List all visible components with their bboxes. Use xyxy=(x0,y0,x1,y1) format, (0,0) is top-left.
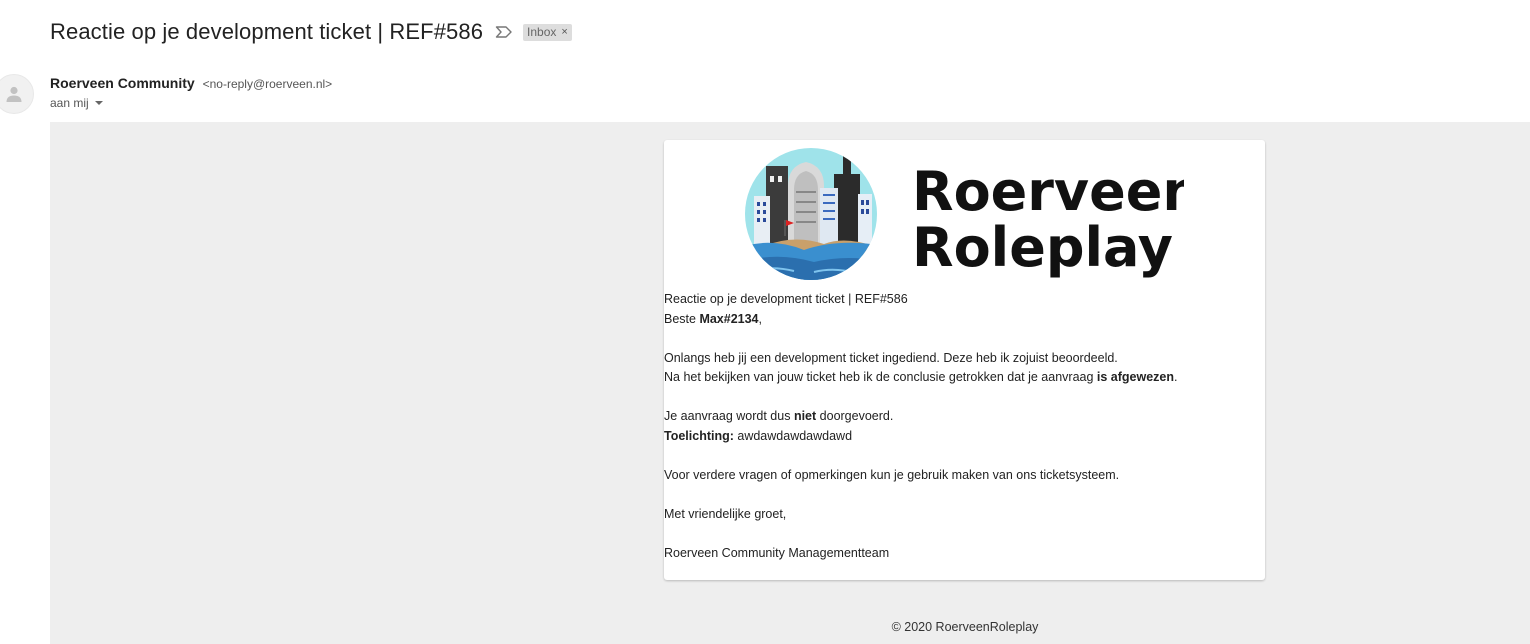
signature: Roerveen Community Managementteam xyxy=(664,545,890,560)
message-line-1: Onlangs heb jij een development ticket i… xyxy=(664,350,1118,365)
email-body: Roerveen Roleplay Reactie op je developm… xyxy=(50,122,1530,644)
message-heading: Reactie op je development ticket | REF#5… xyxy=(664,292,908,306)
sender-line: Roerveen Community <no-reply@roerveen.nl… xyxy=(50,75,332,91)
note-label: Toelichting: xyxy=(664,428,734,443)
logo-line-2: Roleplay xyxy=(912,216,1173,279)
email-subject: Reactie op je development ticket | REF#5… xyxy=(50,19,484,44)
sender-name[interactable]: Roerveen Community xyxy=(50,75,195,91)
closing: Met vriendelijke groet, xyxy=(664,506,787,521)
decision-text: is afgewezen xyxy=(1096,370,1175,384)
sender-avatar[interactable] xyxy=(0,74,34,114)
note-line: Toelichting: awdawdawdawdawd xyxy=(664,427,1254,447)
username: Max#2134 xyxy=(699,311,759,326)
subject-row: Reactie op je development ticket | REF#5… xyxy=(50,17,572,47)
footer-copyright: © 2020 RoerveenRoleplay xyxy=(891,620,1039,634)
recipient-details-toggle[interactable]: aan mij xyxy=(50,96,103,110)
greeting: Beste Max#2134, xyxy=(664,311,762,326)
message-line-4: Voor verdere vragen of opmerkingen kun j… xyxy=(664,467,1120,482)
label-text: Inbox xyxy=(527,24,557,39)
roerveen-roleplay-logo: Roerveen Roleplay xyxy=(745,148,1184,280)
remove-label-button[interactable]: × xyxy=(561,26,567,38)
not-text: niet xyxy=(793,409,817,423)
logo-line-1: Roerveen xyxy=(912,160,1184,223)
person-icon xyxy=(6,86,22,102)
inbox-label-chip[interactable]: Inbox × xyxy=(523,23,572,41)
message-line-2: Na het bekijken van jouw ticket heb ik d… xyxy=(664,370,1178,384)
message-card: Roerveen Roleplay Reactie op je developm… xyxy=(664,140,1265,580)
message-content: Reactie op je development ticket | REF#5… xyxy=(664,290,1254,563)
sender-email: <no-reply@roerveen.nl> xyxy=(202,77,333,91)
recipient-text: aan mij xyxy=(50,96,89,110)
chevron-down-icon[interactable] xyxy=(94,101,103,105)
important-marker-icon[interactable] xyxy=(495,25,513,39)
message-line-3: Je aanvraag wordt dus niet doorgevoerd. xyxy=(664,409,894,423)
note-value: awdawdawdawdawd xyxy=(733,428,853,443)
